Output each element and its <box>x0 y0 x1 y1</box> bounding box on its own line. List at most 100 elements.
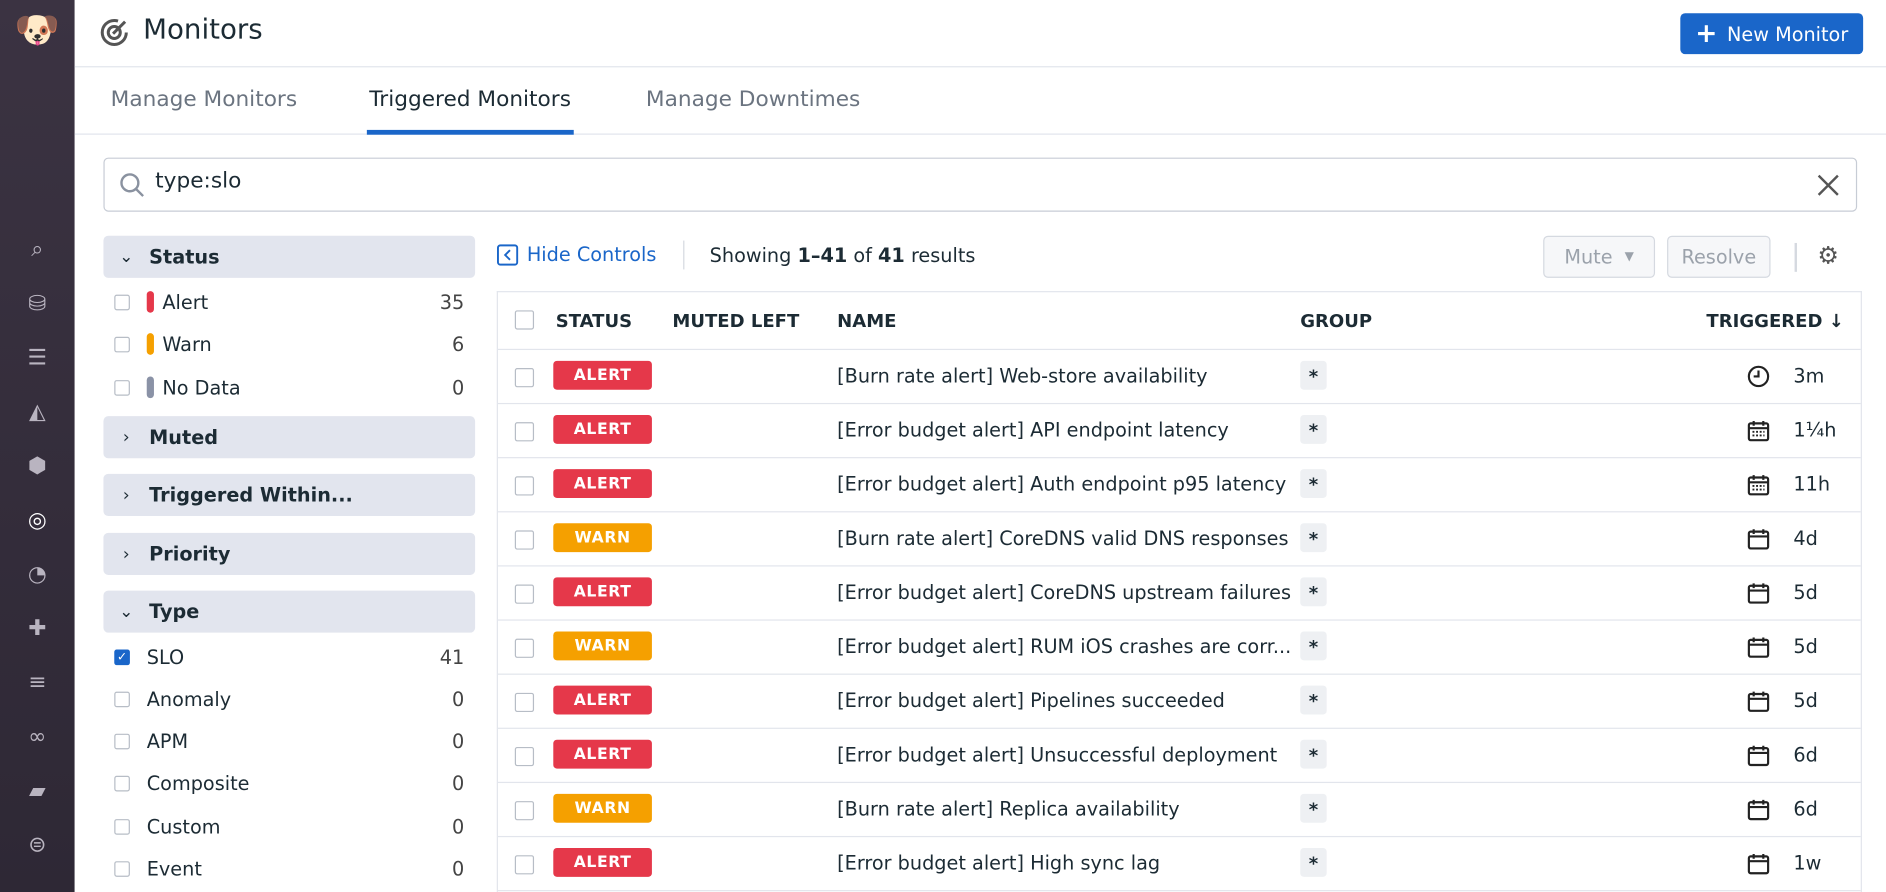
checkbox[interactable] <box>114 775 130 791</box>
row-checkbox[interactable] <box>514 746 535 767</box>
facet-triggered-within-header[interactable]: › Triggered Within... <box>103 473 476 517</box>
filter-icon[interactable]: ≡ <box>23 668 52 697</box>
column-muted-left[interactable]: MUTED LEFT <box>672 310 799 332</box>
table-row[interactable]: WARN [Error budget alert] RUM iOS crashe… <box>497 621 1861 675</box>
checkbox[interactable] <box>114 818 130 835</box>
triggered-time: 1¼h <box>1793 418 1837 442</box>
facet-status-alert[interactable]: Alert 35 <box>103 287 464 316</box>
link-icon[interactable]: ∞ <box>23 722 52 751</box>
facet-status-no-data[interactable]: No Data 0 <box>103 373 464 402</box>
checkbox-checked[interactable]: ✓ <box>114 648 130 665</box>
monitor-name-link[interactable]: [Burn rate alert] Web-store availability <box>837 364 1207 387</box>
table-row[interactable]: ALERT [Error budget alert] Auth endpoint… <box>497 458 1861 513</box>
facet-muted-header[interactable]: › Muted <box>103 416 476 459</box>
notebook-icon[interactable]: ▰ <box>23 776 52 805</box>
facet-priority-header[interactable]: › Priority <box>103 532 476 575</box>
chevron-right-icon: › <box>122 544 130 564</box>
row-checkbox[interactable] <box>514 584 535 604</box>
facet-type-composite[interactable]: Composite 0 <box>103 769 464 798</box>
list-icon[interactable]: ☰ <box>23 343 52 372</box>
row-checkbox[interactable] <box>514 638 535 658</box>
row-checkbox[interactable] <box>514 422 535 442</box>
hexagons-icon[interactable]: ⬢ <box>23 451 52 480</box>
search-icon[interactable]: ⌕ <box>23 235 52 264</box>
facet-type-anomaly[interactable]: Anomaly 0 <box>103 684 464 713</box>
monitor-name-link[interactable]: [Error budget alert] Auth endpoint p95 l… <box>837 473 1286 496</box>
column-name[interactable]: NAME <box>837 310 896 332</box>
column-group[interactable]: GROUP <box>1300 310 1372 332</box>
watchdog-icon[interactable]: ⊜ <box>23 830 52 859</box>
column-status[interactable]: STATUS <box>556 310 632 332</box>
mute-label: Mute <box>1564 245 1613 269</box>
table-row[interactable]: ALERT [Error budget alert] Pipelines suc… <box>497 675 1861 729</box>
tab-manage-monitors[interactable]: Manage Monitors <box>111 87 297 112</box>
calendar-icon <box>1746 852 1770 876</box>
status-badge: ALERT <box>553 739 652 769</box>
facet-status-warn[interactable]: Warn 6 <box>103 330 464 359</box>
facet-type-slo[interactable]: ✓ SLO 41 <box>103 642 464 671</box>
table-row[interactable]: WARN [Burn rate alert] CoreDNS valid DNS… <box>497 512 1861 567</box>
facet-type-header[interactable]: ⌄ Type <box>103 590 476 633</box>
monitor-name-link[interactable]: [Error budget alert] Unsuccessful deploy… <box>837 743 1277 766</box>
table-row[interactable]: ALERT [Error budget alert] CoreDNS upstr… <box>497 567 1861 621</box>
facet-type-custom[interactable]: Custom 0 <box>103 812 464 841</box>
row-checkbox[interactable] <box>514 855 535 875</box>
facet-type-apm[interactable]: APM 0 <box>103 726 464 755</box>
checkbox[interactable] <box>114 294 130 310</box>
checkbox[interactable] <box>114 691 130 707</box>
search-input[interactable] <box>155 168 1779 194</box>
settings-gear-icon[interactable]: ⚙ <box>1817 241 1839 270</box>
facet-count: 0 <box>452 375 465 399</box>
facet-type-event[interactable]: Event 0 <box>103 854 464 883</box>
facet-item-label: No Data <box>162 375 241 399</box>
area-chart-icon[interactable]: ◭ <box>23 397 52 426</box>
row-checkbox[interactable] <box>514 692 535 713</box>
monitor-name-link[interactable]: [Error budget alert] RUM iOS crashes are… <box>837 635 1291 658</box>
checkbox[interactable] <box>114 860 130 877</box>
row-checkbox[interactable] <box>514 368 535 388</box>
monitor-name-link[interactable]: [Burn rate alert] Replica availability <box>837 797 1179 820</box>
monitors-table: STATUS MUTED LEFT NAME GROUP TRIGGERED ↓… <box>496 291 1862 892</box>
monitor-name-link[interactable]: [Error budget alert] Pipelines succeeded <box>837 689 1225 712</box>
collapse-panel-icon <box>496 243 519 265</box>
tab-triggered-monitors[interactable]: Triggered Monitors <box>366 87 574 135</box>
puzzle-icon[interactable]: ✚ <box>23 613 52 642</box>
clock-icon <box>1746 364 1770 388</box>
new-monitor-button[interactable]: + New Monitor <box>1680 13 1864 55</box>
warn-color-pill <box>146 333 154 355</box>
tab-manage-downtimes[interactable]: Manage Downtimes <box>646 87 860 112</box>
hide-controls-button[interactable]: Hide Controls <box>496 243 656 266</box>
clear-search-icon[interactable] <box>1815 172 1841 198</box>
table-row[interactable]: ALERT [Error budget alert] High sync lag… <box>497 837 1861 892</box>
monitor-name-link[interactable]: [Burn rate alert] CoreDNS valid DNS resp… <box>837 527 1288 550</box>
group-tag: * <box>1300 739 1327 769</box>
select-all-checkbox[interactable] <box>514 310 535 330</box>
status-badge: ALERT <box>553 577 652 607</box>
chevron-down-icon: ⌄ <box>119 602 134 622</box>
datadog-logo-icon[interactable]: 🐶 <box>14 7 60 53</box>
resolve-button[interactable]: Resolve <box>1667 235 1771 278</box>
mute-dropdown-button[interactable]: Mute ▼ <box>1543 235 1656 278</box>
checkbox[interactable] <box>114 733 130 749</box>
facet-count: 0 <box>452 687 465 711</box>
column-triggered[interactable]: TRIGGERED ↓ <box>1706 310 1843 332</box>
table-row[interactable]: ALERT [Burn rate alert] Web-store availa… <box>497 350 1861 405</box>
checkbox[interactable] <box>114 379 130 396</box>
gauge-icon[interactable]: ◔ <box>23 559 52 588</box>
row-checkbox[interactable] <box>514 801 535 821</box>
triggered-time: 5d <box>1793 635 1818 658</box>
table-row[interactable]: ALERT [Error budget alert] API endpoint … <box>497 404 1861 459</box>
triggered-time: 6d <box>1793 743 1818 767</box>
facet-status-header[interactable]: ⌄ Status <box>103 235 476 278</box>
monitors-icon[interactable]: ◎ <box>23 505 52 534</box>
table-row[interactable]: ALERT [Error budget alert] Unsuccessful … <box>497 729 1861 784</box>
checkbox[interactable] <box>114 336 130 352</box>
table-row[interactable]: WARN [Burn rate alert] Replica availabil… <box>497 783 1861 838</box>
monitor-name-link[interactable]: [Error budget alert] High sync lag <box>837 852 1160 875</box>
row-checkbox[interactable] <box>514 530 535 550</box>
facet-item-label: Composite <box>146 771 250 795</box>
monitor-name-link[interactable]: [Error budget alert] CoreDNS upstream fa… <box>837 581 1291 604</box>
binoculars-icon[interactable]: ⛁ <box>23 289 52 318</box>
row-checkbox[interactable] <box>514 476 535 496</box>
monitor-name-link[interactable]: [Error budget alert] API endpoint latenc… <box>837 419 1229 442</box>
